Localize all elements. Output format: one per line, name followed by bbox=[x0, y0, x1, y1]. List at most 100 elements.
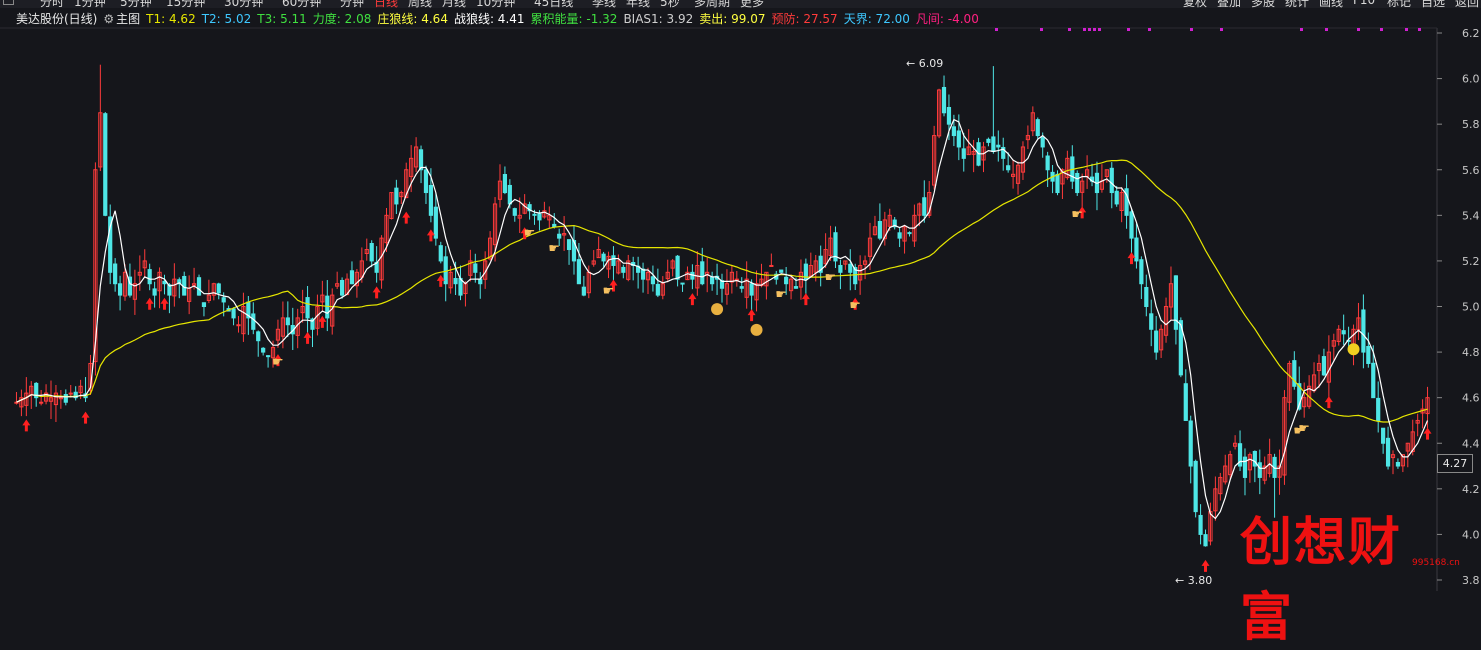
watermark-text: 创想财富 bbox=[1240, 512, 1403, 648]
pointing-hand-icon-6: ☛ bbox=[849, 299, 861, 314]
y-tick-label-11: 6.0 bbox=[1462, 73, 1480, 86]
candle-body-112 bbox=[566, 239, 572, 251]
candle-body-109 bbox=[552, 223, 557, 228]
y-tick-label-12: 6.2 bbox=[1462, 27, 1480, 40]
candle-body-87 bbox=[443, 256, 448, 285]
pointing-hand-icon-5: ☛ bbox=[825, 270, 837, 285]
candle-body-86 bbox=[438, 245, 443, 262]
candle-body-84 bbox=[428, 184, 434, 216]
top-dot-14 bbox=[1380, 28, 1383, 31]
y-tick-label-7: 5.2 bbox=[1462, 255, 1480, 268]
candle-body-106 bbox=[537, 213, 542, 221]
candle-body-156 bbox=[784, 276, 789, 285]
candle-body-191 bbox=[956, 130, 961, 148]
candle-body-239 bbox=[1193, 460, 1198, 513]
candle-body-198 bbox=[991, 136, 996, 153]
candle-body-241 bbox=[1203, 534, 1208, 547]
candle-body-197 bbox=[986, 138, 991, 143]
candle-body-127 bbox=[640, 268, 646, 280]
candle-body-42 bbox=[221, 297, 226, 303]
candle-body-280 bbox=[1395, 461, 1401, 467]
candle-body-227 bbox=[1134, 237, 1139, 262]
top-dot-4 bbox=[1088, 28, 1091, 31]
candle-body-0 bbox=[14, 401, 19, 404]
candle-body-249 bbox=[1242, 456, 1248, 478]
candle-body-85 bbox=[433, 206, 438, 239]
top-dot-2 bbox=[1068, 28, 1071, 31]
current-price-tag: 4.27 bbox=[1437, 454, 1473, 473]
pointing-hand-icon-9: ☛ bbox=[1298, 422, 1310, 437]
candle-body-269 bbox=[1341, 330, 1346, 335]
candle-body-215 bbox=[1075, 172, 1080, 194]
candle-body-77 bbox=[394, 187, 399, 205]
smiley-icon-0 bbox=[1347, 343, 1360, 356]
candle-body-207 bbox=[1035, 119, 1040, 137]
candle-body-93 bbox=[473, 263, 478, 273]
buy-arrow-icon-9 bbox=[426, 229, 435, 242]
pointing-hand-icon-1: ☛ bbox=[524, 226, 536, 241]
candle-body-5 bbox=[39, 401, 44, 404]
candle-body-18 bbox=[103, 113, 108, 216]
candle-body-119 bbox=[601, 253, 606, 262]
y-tick-label-9: 5.6 bbox=[1462, 164, 1480, 177]
candle-body-11 bbox=[68, 392, 73, 395]
candle-body-222 bbox=[1109, 167, 1114, 194]
low-price-label: ← 3.80 bbox=[1175, 574, 1212, 587]
candle-body-211 bbox=[1055, 173, 1060, 194]
candle-body-238 bbox=[1188, 420, 1193, 467]
candle-body-237 bbox=[1183, 383, 1188, 421]
candle-body-59 bbox=[305, 297, 310, 319]
candle-body-114 bbox=[576, 259, 582, 285]
candle-body-121 bbox=[611, 255, 616, 266]
top-dot-1 bbox=[1040, 28, 1043, 31]
candle-body-21 bbox=[117, 283, 123, 296]
candle-body-252 bbox=[1257, 462, 1262, 478]
buy-arrow-icon-14 bbox=[747, 309, 756, 322]
candle-body-28 bbox=[152, 288, 157, 296]
candle-body-51 bbox=[265, 355, 271, 358]
candle-body-94 bbox=[478, 278, 483, 285]
candle-body-223 bbox=[1114, 190, 1119, 205]
candle-body-37 bbox=[196, 277, 202, 296]
candle-body-101 bbox=[512, 208, 517, 216]
pointing-hand-icon-2: ☛ bbox=[548, 242, 560, 257]
candle-body-199 bbox=[996, 144, 1001, 148]
candle-body-167 bbox=[838, 264, 843, 273]
candle-body-226 bbox=[1129, 211, 1134, 239]
candle-body-10 bbox=[63, 394, 68, 403]
candle-body-49 bbox=[256, 331, 261, 342]
candle-body-175 bbox=[877, 220, 882, 239]
buy-arrow-icon-15 bbox=[801, 293, 810, 306]
candle-body-209 bbox=[1045, 155, 1050, 171]
y-tick-label-6: 5.0 bbox=[1462, 301, 1480, 314]
candle-body-99 bbox=[502, 174, 508, 194]
candle-body-41 bbox=[216, 283, 221, 294]
buy-arrow-icon-21 bbox=[1423, 427, 1432, 440]
candle-body-129 bbox=[650, 276, 656, 285]
candle-body-278 bbox=[1385, 437, 1391, 467]
candle-body-72 bbox=[369, 242, 374, 262]
zhanlang-line bbox=[16, 118, 1429, 520]
candle-body-189 bbox=[946, 107, 952, 125]
top-dot-0 bbox=[995, 28, 998, 31]
candle-body-50 bbox=[261, 347, 266, 353]
high-price-label: ← 6.09 bbox=[906, 57, 943, 70]
candle-body-274 bbox=[1366, 345, 1371, 364]
candle-body-27 bbox=[147, 269, 152, 285]
candle-body-190 bbox=[951, 126, 956, 137]
candle-body-184 bbox=[922, 197, 927, 216]
candle-body-141 bbox=[710, 276, 715, 285]
buy-arrow-icon-10 bbox=[436, 274, 445, 287]
buy-arrow-icon-13 bbox=[688, 293, 697, 306]
buy-arrow-icon-19 bbox=[1201, 559, 1210, 572]
y-tick-label-2: 4.2 bbox=[1462, 483, 1480, 496]
candle-body-201 bbox=[1006, 165, 1011, 171]
candle-body-181 bbox=[907, 232, 912, 235]
candle-body-158 bbox=[793, 286, 799, 289]
watermark-logo: 创想财富 995168.cn bbox=[1240, 500, 1460, 648]
y-tick-label-4: 4.6 bbox=[1462, 392, 1480, 405]
buy-arrow-icon-20 bbox=[1324, 396, 1333, 409]
top-dot-9 bbox=[1190, 28, 1193, 31]
pointing-hand-icon-4: ☛ bbox=[775, 287, 787, 302]
candle-body-230 bbox=[1149, 313, 1154, 330]
